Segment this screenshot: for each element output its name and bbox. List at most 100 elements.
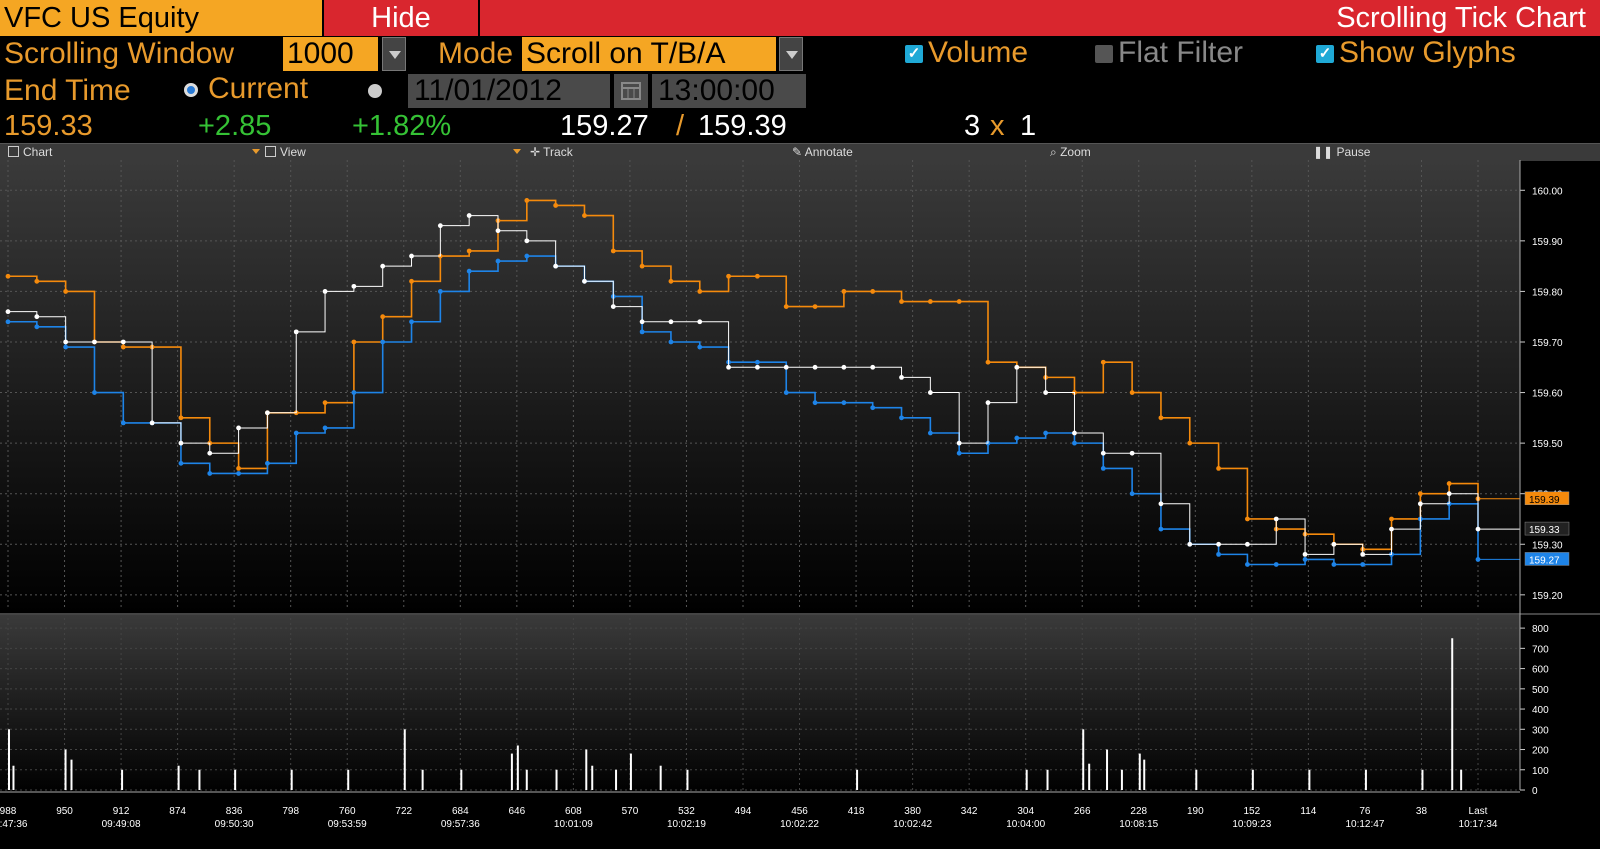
trade-series-point <box>293 329 299 335</box>
x-tick-count-label: 266 <box>1074 806 1091 817</box>
bid-price: 159.27 <box>560 110 649 142</box>
bid-series-point <box>1273 562 1279 567</box>
time-field[interactable]: 13:00:00 <box>652 74 806 108</box>
annotate-button[interactable]: ✎ Annotate <box>792 144 853 161</box>
trade-series-point <box>1072 430 1077 436</box>
volume-bar <box>1308 769 1311 790</box>
tick-chart[interactable]: 988 950 912 874 836 798 760 722 684 646 608 570 532 4… <box>0 160 1600 849</box>
trade-series-point <box>870 364 876 370</box>
bid-series-point <box>265 460 270 466</box>
volume-bar <box>1143 759 1146 790</box>
bid-series-point <box>322 425 328 431</box>
volume-tick-label: 600 <box>1532 665 1549 676</box>
view-menu-arrow-icon[interactable] <box>513 149 521 154</box>
trade-series-point <box>409 253 414 259</box>
price-tick-label: 159.60 <box>1532 389 1563 400</box>
volume-bar <box>510 753 513 790</box>
bid-series-point <box>1129 491 1135 497</box>
x-tick-count-label: 532 <box>678 806 695 817</box>
bid-ask-separator: / <box>676 110 685 142</box>
ask-series-point <box>726 273 731 279</box>
ask-series-point <box>870 289 876 294</box>
trade-series-point <box>63 339 69 345</box>
chart-menu[interactable]: Chart <box>8 144 52 161</box>
ask-series-point <box>755 273 760 279</box>
bid-series-point <box>1245 562 1250 567</box>
volume-bar <box>234 769 237 790</box>
trade-series-point <box>1273 516 1279 522</box>
mode-field[interactable]: Scroll on T/B/A <box>522 37 776 71</box>
x-tick-time-label: 10:02:19 <box>667 819 706 830</box>
bid-series-point <box>927 430 933 436</box>
grid-icon <box>265 146 276 157</box>
volume-bar <box>659 765 662 790</box>
volume-checkbox[interactable]: ✓ <box>905 45 923 63</box>
ask-series-point <box>927 299 933 304</box>
hide-button[interactable]: Hide <box>324 0 478 36</box>
volume-bar <box>1460 769 1463 790</box>
ask-series-point <box>351 339 357 345</box>
trade-series-point <box>178 440 184 446</box>
trade-series-point <box>610 304 616 309</box>
x-tick-time-label: 10:04:00 <box>1006 819 1045 830</box>
scrolling-window-field[interactable]: 1000 <box>283 37 378 71</box>
trade-series-point <box>1245 541 1250 547</box>
volume-bar <box>1025 769 1028 790</box>
x-tick-count-label: 836 <box>226 806 243 817</box>
x-tick-time-label: 09:50:30 <box>215 819 254 830</box>
view-menu[interactable]: View <box>265 144 306 161</box>
trade-series-point <box>1129 450 1135 456</box>
mode-dropdown[interactable] <box>779 37 803 71</box>
pause-icon: ❚❚ <box>1313 145 1337 159</box>
x-tick-count-label: 722 <box>395 806 412 817</box>
volume-bar <box>591 765 594 790</box>
title-strip: Scrolling Tick Chart <box>480 0 1600 36</box>
bid-series-point <box>783 390 789 395</box>
bid-series-point <box>437 289 443 294</box>
pause-label: Pause <box>1336 145 1371 159</box>
trade-series-point <box>582 278 587 284</box>
ask-last-tag-label: 159.39 <box>1529 495 1560 506</box>
track-button[interactable]: ✛ Track <box>530 144 573 161</box>
x-tick-count-label: Last <box>1469 806 1488 817</box>
ask-series-point <box>120 344 126 350</box>
security-ticker[interactable]: VFC US Equity <box>0 0 322 36</box>
volume-bar <box>1088 763 1091 790</box>
custom-time-radio[interactable] <box>368 84 382 98</box>
trade-series-point <box>236 425 241 431</box>
calendar-icon[interactable] <box>614 74 648 108</box>
flat-filter-checkbox[interactable] <box>1095 45 1113 63</box>
date-field[interactable]: 11/01/2012 <box>408 74 610 108</box>
show-glyphs-checkbox[interactable]: ✓ <box>1316 45 1334 63</box>
price-tick-label: 159.70 <box>1532 338 1563 349</box>
volume-tick-label: 400 <box>1532 705 1549 716</box>
ask-series-point <box>1187 440 1193 446</box>
chart-menu-arrow-icon[interactable] <box>252 149 260 154</box>
trade-series-point <box>783 364 789 370</box>
x-tick-count-label: 684 <box>452 806 469 817</box>
pause-button[interactable]: ❚❚ Pause <box>1313 144 1370 161</box>
bid-series-point <box>34 324 40 330</box>
trade-series-point <box>697 319 703 325</box>
volume-tick-label: 0 <box>1532 786 1538 797</box>
current-radio[interactable] <box>184 83 198 97</box>
ask-series-point <box>380 314 386 320</box>
volume-bar <box>1364 769 1367 790</box>
price-tick-label: 159.50 <box>1532 439 1563 450</box>
scrolling-window-dropdown[interactable] <box>382 37 406 71</box>
ask-series-point <box>409 278 414 284</box>
trade-series-point <box>812 364 818 370</box>
bid-series-point <box>524 253 530 259</box>
trade-series-point <box>726 364 731 370</box>
ask-series-point <box>985 359 991 365</box>
ask-series-point <box>582 213 587 218</box>
zoom-button[interactable]: ⌕ Zoom <box>1050 144 1091 161</box>
trade-series-point <box>755 364 760 370</box>
ask-series-point <box>63 289 69 294</box>
volume-bar <box>516 745 519 790</box>
volume-label: Volume <box>928 36 1029 69</box>
x-tick-count-label: 304 <box>1017 806 1034 817</box>
ask-series-point <box>697 289 703 294</box>
bid-series-point <box>841 400 847 406</box>
volume-bar <box>198 769 201 790</box>
